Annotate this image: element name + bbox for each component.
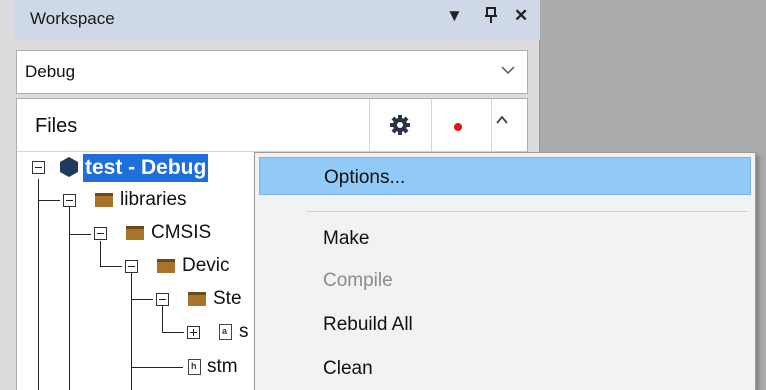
column-separator	[431, 99, 432, 151]
collapse-icon[interactable]	[156, 293, 169, 306]
project-label: test - Debug	[83, 154, 209, 182]
folder-icon	[188, 292, 206, 306]
tree-label-libraries: libraries	[120, 189, 187, 210]
gear-icon[interactable]	[389, 114, 411, 136]
chevron-down-icon	[501, 66, 515, 75]
menu-item-label: Make	[323, 228, 370, 249]
header-file-icon: h	[188, 359, 201, 375]
menu-item-label: Clean	[323, 358, 373, 379]
tree-label-device: Devic	[182, 255, 230, 276]
tree-label-file: s	[239, 321, 249, 342]
menu-item-options[interactable]: Options...	[259, 157, 751, 195]
project-icon	[60, 157, 78, 177]
menu-item-make[interactable]: Make	[259, 219, 751, 257]
menu-separator	[307, 211, 747, 212]
configuration-select[interactable]: Debug	[16, 50, 528, 94]
folder-icon	[126, 226, 144, 240]
tree-label-cmsis: CMSIS	[151, 222, 212, 243]
configuration-value: Debug	[25, 62, 76, 81]
column-separator	[369, 99, 370, 151]
context-menu: Options... Make Compile Rebuild All Clea…	[254, 152, 756, 390]
folder-icon	[157, 259, 175, 273]
status-dot-icon	[454, 123, 462, 131]
files-column-header[interactable]: Files	[35, 115, 77, 138]
file-icon: a	[219, 324, 232, 340]
menu-item-label: Options...	[324, 167, 406, 188]
pin-icon[interactable]	[484, 6, 498, 29]
close-icon[interactable]: ✕	[514, 6, 528, 26]
menu-item-rebuild-all[interactable]: Rebuild All	[259, 305, 751, 343]
file-icon-glyph: a	[222, 326, 228, 336]
workspace-title: Workspace	[30, 9, 115, 28]
menu-item-clean[interactable]: Clean	[259, 349, 751, 387]
pin-icon-graphic	[485, 7, 497, 23]
collapse-icon[interactable]	[125, 260, 138, 273]
menu-item-label: Rebuild All	[323, 314, 413, 335]
collapse-icon[interactable]	[63, 194, 76, 207]
column-separator	[491, 99, 492, 151]
scroll-up-icon[interactable]	[493, 111, 511, 129]
dropdown-arrow-icon[interactable]: ▼	[446, 6, 463, 26]
files-header: Files	[17, 99, 527, 152]
menu-item-label: Compile	[323, 270, 393, 291]
folder-icon	[95, 193, 113, 207]
expand-icon[interactable]	[187, 326, 200, 339]
tree-label-st: Ste	[213, 288, 242, 309]
tree-label-file: stm	[207, 356, 238, 377]
menu-item-compile[interactable]: Compile	[259, 261, 751, 299]
file-icon-glyph: h	[191, 361, 197, 371]
collapse-icon[interactable]	[32, 161, 45, 174]
collapse-icon[interactable]	[94, 227, 107, 240]
workspace-titlebar[interactable]: Workspace ▼ ✕	[14, 0, 540, 40]
